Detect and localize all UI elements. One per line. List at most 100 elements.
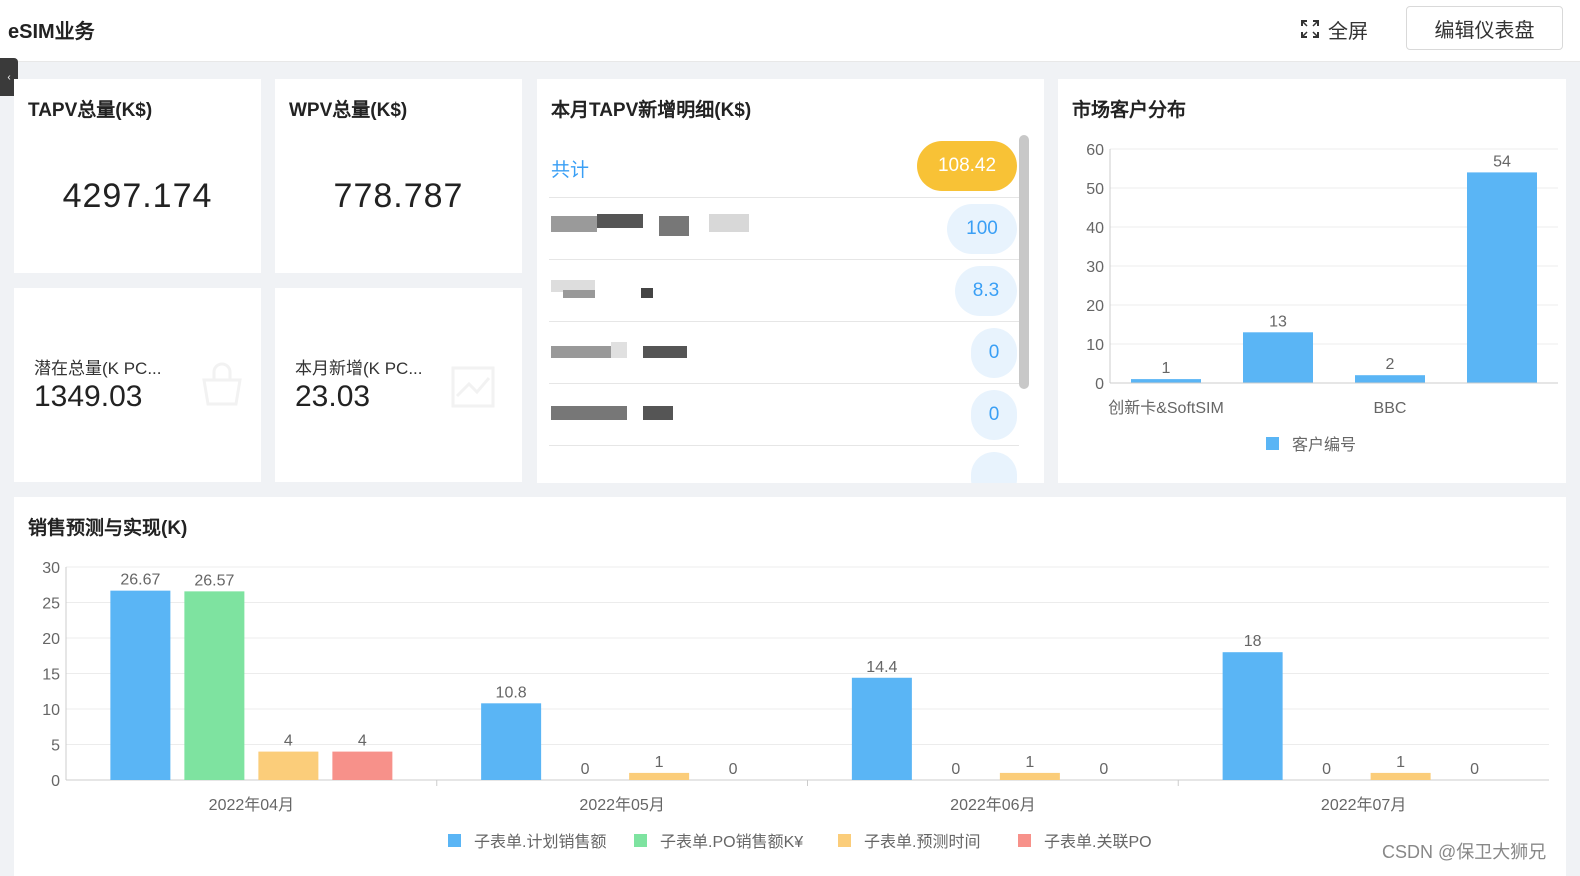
row-value-badge: 8.3 — [955, 266, 1017, 316]
legend-label: 客户编号 — [1292, 436, 1356, 454]
legend-label: 子表单.计划销售额 — [474, 833, 606, 851]
y-tick-label: 20 — [1086, 298, 1104, 315]
data-label: 1 — [1162, 360, 1171, 377]
data-label: 26.67 — [120, 572, 160, 589]
fullscreen-icon — [1301, 20, 1319, 38]
watermark: CSDN @保卫大狮兄 — [1382, 842, 1547, 862]
monthly-new-card: 本月新增(K PC... 23.03 — [275, 288, 522, 482]
potential-total-value: 1349.03 — [34, 380, 143, 413]
card-title: 本月TAPV新增明细(K$) — [551, 100, 752, 121]
data-label: 54 — [1493, 153, 1511, 170]
redacted-text — [643, 346, 687, 358]
x-tick-label: 2022年07月 — [1321, 796, 1406, 814]
data-label: 0 — [951, 761, 960, 778]
list-item[interactable]: 0 — [549, 321, 1019, 383]
data-label: 0 — [1470, 761, 1479, 778]
trend-icon — [451, 366, 495, 408]
data-label: 1 — [655, 754, 664, 771]
y-tick-label: 0 — [51, 773, 60, 790]
y-tick-label: 0 — [1095, 376, 1104, 393]
redacted-text — [597, 214, 643, 228]
bar — [110, 590, 171, 780]
list-item[interactable]: 100 — [549, 197, 1019, 259]
redacted-text — [551, 346, 611, 358]
fullscreen-button[interactable]: 全屏 — [1300, 14, 1368, 44]
edit-dashboard-button[interactable]: 编辑仪表盘 — [1406, 6, 1563, 50]
data-label: 10.8 — [496, 684, 527, 701]
bar — [1131, 379, 1201, 383]
legend-swatch — [1266, 437, 1279, 450]
redacted-text — [643, 406, 673, 420]
box-icon — [202, 362, 242, 406]
potential-total-label: 潜在总量(K PC... — [34, 359, 162, 378]
x-tick-label: 创新卡&SoftSIM — [1108, 399, 1224, 417]
x-tick-label: 2022年04月 — [209, 796, 294, 814]
card-title: WPV总量(K$) — [289, 100, 408, 121]
legend-swatch — [634, 834, 647, 847]
app-title: eSIM业务 — [8, 21, 95, 43]
wpv-total-card: WPV总量(K$) 778.787 — [275, 79, 522, 273]
redacted-text — [611, 342, 627, 358]
sales-chart: 05101520253026.67 26.574 42022年04月10.80 1 02… — [42, 560, 1549, 851]
legend-swatch — [448, 834, 461, 847]
data-label: 13 — [1269, 313, 1287, 330]
row-value-badge: 0 — [971, 328, 1017, 378]
bar — [258, 751, 319, 780]
monthly-new-label: 本月新增(K PC... — [295, 359, 423, 378]
list-item[interactable] — [549, 445, 1019, 483]
redacted-text — [659, 216, 689, 236]
potential-total-card: 潜在总量(K PC... 1349.03 — [14, 288, 261, 482]
card-title: TAPV总量(K$) — [28, 100, 153, 121]
bar — [629, 772, 690, 780]
y-tick-label: 30 — [42, 560, 60, 577]
x-tick-label: BBC — [1374, 400, 1407, 417]
bar — [999, 772, 1060, 780]
list-scrollbar[interactable] — [1019, 135, 1029, 389]
data-label: 18 — [1244, 633, 1262, 650]
y-tick-label: 10 — [42, 702, 60, 719]
list-item[interactable]: 0 — [549, 383, 1019, 445]
sales-forecast-card: 销售预测与实现(K) 0 5 10 15 20 25 30 26.67 26.57 4 4 2022年… — [14, 497, 1566, 876]
y-tick-label: 50 — [1086, 181, 1104, 198]
bar — [481, 703, 542, 780]
data-label: 1 — [1396, 754, 1405, 771]
redacted-text — [641, 288, 653, 298]
fullscreen-label: 全屏 — [1328, 20, 1368, 43]
redacted-text — [551, 406, 627, 420]
total-value-badge: 108.42 — [917, 141, 1017, 191]
row-value-badge: 0 — [971, 390, 1017, 440]
data-label: 1 — [1025, 754, 1034, 771]
data-label: 0 — [581, 761, 590, 778]
market-distribution-card: 市场客户分布 0 10 20 30 40 50 60 1 13 2 54 创新卡&SoftSIM BBC… — [1058, 79, 1566, 483]
market-chart: 0 10 20 30 40 50 60 1 13 2 54 创新卡&SoftSIM BBC 客户编号 — [1086, 142, 1558, 454]
y-tick-label: 25 — [42, 596, 60, 613]
x-tick-label: 2022年05月 — [579, 796, 664, 814]
row-value-badge — [971, 452, 1017, 483]
bar — [1243, 332, 1313, 383]
list-item[interactable]: 8.3 — [549, 259, 1019, 321]
data-label: 0 — [1322, 761, 1331, 778]
legend-swatch — [1018, 834, 1031, 847]
bar — [851, 677, 912, 780]
x-tick-label: 2022年06月 — [950, 796, 1035, 814]
y-tick-label: 5 — [51, 738, 60, 755]
legend-swatch — [838, 834, 851, 847]
y-tick-label: 10 — [1086, 337, 1104, 354]
data-label: 0 — [729, 761, 738, 778]
total-label: 共计 — [551, 160, 590, 181]
tapv-detail-card: 本月TAPV新增明细(K$) 共计 108.42 100 8.3 0 0 — [537, 79, 1044, 483]
wpv-total-value: 778.787 — [333, 177, 464, 215]
redacted-text — [563, 290, 595, 298]
tapv-total-card: TAPV总量(K$) 4297.174 — [14, 79, 261, 273]
data-label: 26.57 — [194, 572, 234, 589]
tapv-total-value: 4297.174 — [62, 177, 213, 215]
redacted-text — [709, 214, 749, 232]
data-label: 4 — [358, 733, 367, 750]
y-tick-label: 15 — [42, 667, 60, 684]
legend-label: 子表单.预测时间 — [864, 833, 980, 851]
bar — [1467, 172, 1537, 383]
bar — [1370, 772, 1431, 780]
top-bar: eSIM业务 全屏 编辑仪表盘 — [0, 0, 1580, 62]
y-tick-label: 30 — [1086, 259, 1104, 276]
bar — [184, 591, 245, 780]
